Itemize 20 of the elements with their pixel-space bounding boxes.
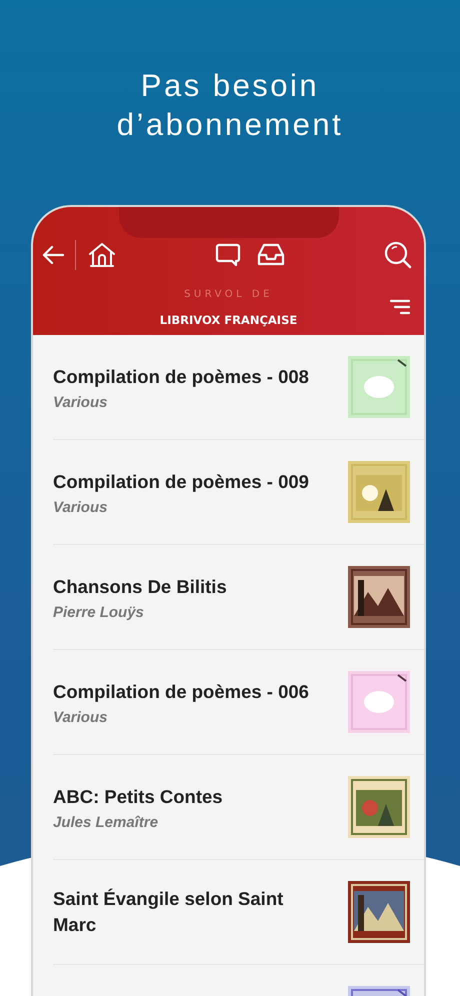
header-title: LIBRIVOX FRANÇAISE xyxy=(158,313,298,327)
back-arrow-icon[interactable] xyxy=(41,245,65,265)
chat-bubble-icon[interactable] xyxy=(215,243,241,267)
header-subtitle: SURVOL DE xyxy=(183,289,274,302)
book-title[interactable]: Chansons De Bilitis xyxy=(53,574,227,600)
book-author: Jules Lemaître xyxy=(53,814,160,830)
home-icon[interactable] xyxy=(88,242,116,268)
sort-lines-icon[interactable] xyxy=(390,299,410,315)
book-title[interactable]: Compilation de poèmes - 008 xyxy=(53,364,309,390)
book-author: Various xyxy=(53,394,108,410)
book-author: Various xyxy=(53,708,108,726)
book-author: Pierre Louÿs xyxy=(53,604,145,620)
book-author: Various xyxy=(53,498,108,516)
search-icon[interactable] xyxy=(384,241,412,269)
book-title[interactable]: Saint Évangile selon Saint Marc xyxy=(53,886,321,938)
book-title[interactable]: Compilation de poèmes - 006 xyxy=(53,678,309,704)
headline: Pas besoin d’abonnement xyxy=(116,67,344,144)
inbox-icon[interactable] xyxy=(257,243,285,267)
book-title[interactable]: Compilation de poèmes - 009 xyxy=(53,468,309,494)
book-title[interactable]: ABC: Petits Contes xyxy=(53,784,223,810)
